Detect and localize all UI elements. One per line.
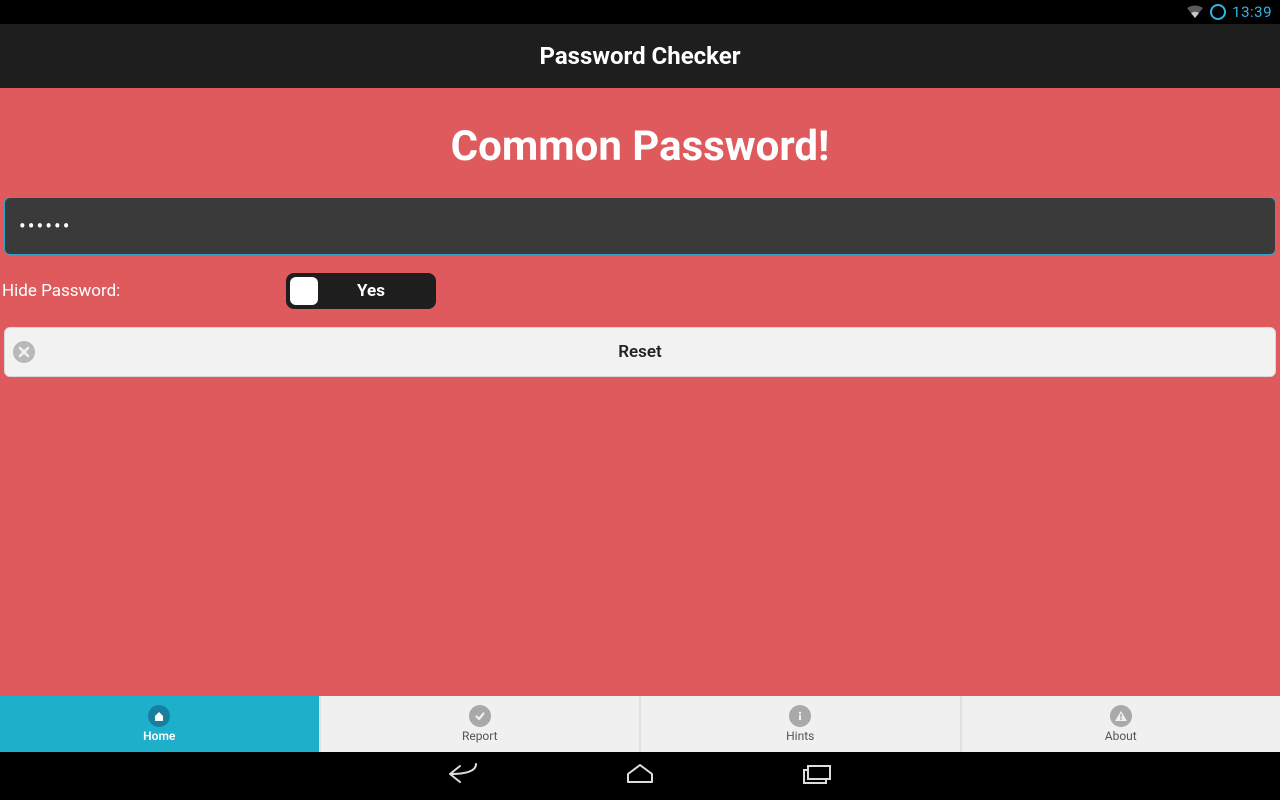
strength-heading: Common Password!	[0, 122, 1280, 171]
status-clock: 13:39	[1232, 3, 1272, 21]
tab-home-label: Home	[143, 729, 175, 743]
tab-hints[interactable]: Hints	[641, 696, 962, 752]
tab-hints-label: Hints	[786, 729, 814, 743]
screen: 13:39 Password Checker Common Password! …	[0, 0, 1280, 800]
reset-label: Reset	[13, 342, 1267, 362]
check-icon	[469, 705, 491, 727]
warning-icon	[1110, 705, 1132, 727]
app-title: Password Checker	[540, 42, 741, 70]
home-icon	[148, 705, 170, 727]
hide-password-label: Hide Password:	[0, 281, 286, 301]
hide-password-toggle[interactable]: Yes	[286, 273, 436, 309]
wifi-icon	[1186, 5, 1204, 19]
password-value: ••••••	[19, 214, 72, 238]
tab-home[interactable]: Home	[0, 696, 321, 752]
sync-ring-icon	[1210, 4, 1226, 20]
password-input[interactable]: ••••••	[4, 197, 1276, 255]
hide-password-row: Hide Password: Yes	[0, 273, 1280, 309]
action-bar: Password Checker	[0, 24, 1280, 88]
nav-back-button[interactable]	[446, 762, 482, 790]
reset-button[interactable]: Reset	[4, 327, 1276, 377]
tab-report-label: Report	[462, 729, 498, 743]
android-status-bar: 13:39	[0, 0, 1280, 24]
main-content: Common Password! •••••• Hide Password: Y…	[0, 88, 1280, 696]
info-icon	[789, 705, 811, 727]
tab-report[interactable]: Report	[321, 696, 642, 752]
tab-about-label: About	[1105, 729, 1137, 743]
nav-recent-button[interactable]	[798, 762, 834, 790]
toggle-knob	[290, 277, 318, 305]
tab-about[interactable]: About	[962, 696, 1280, 752]
android-nav-bar	[0, 752, 1280, 800]
nav-home-button[interactable]	[622, 762, 658, 790]
bottom-tabs: Home Report Hints About	[0, 696, 1280, 752]
